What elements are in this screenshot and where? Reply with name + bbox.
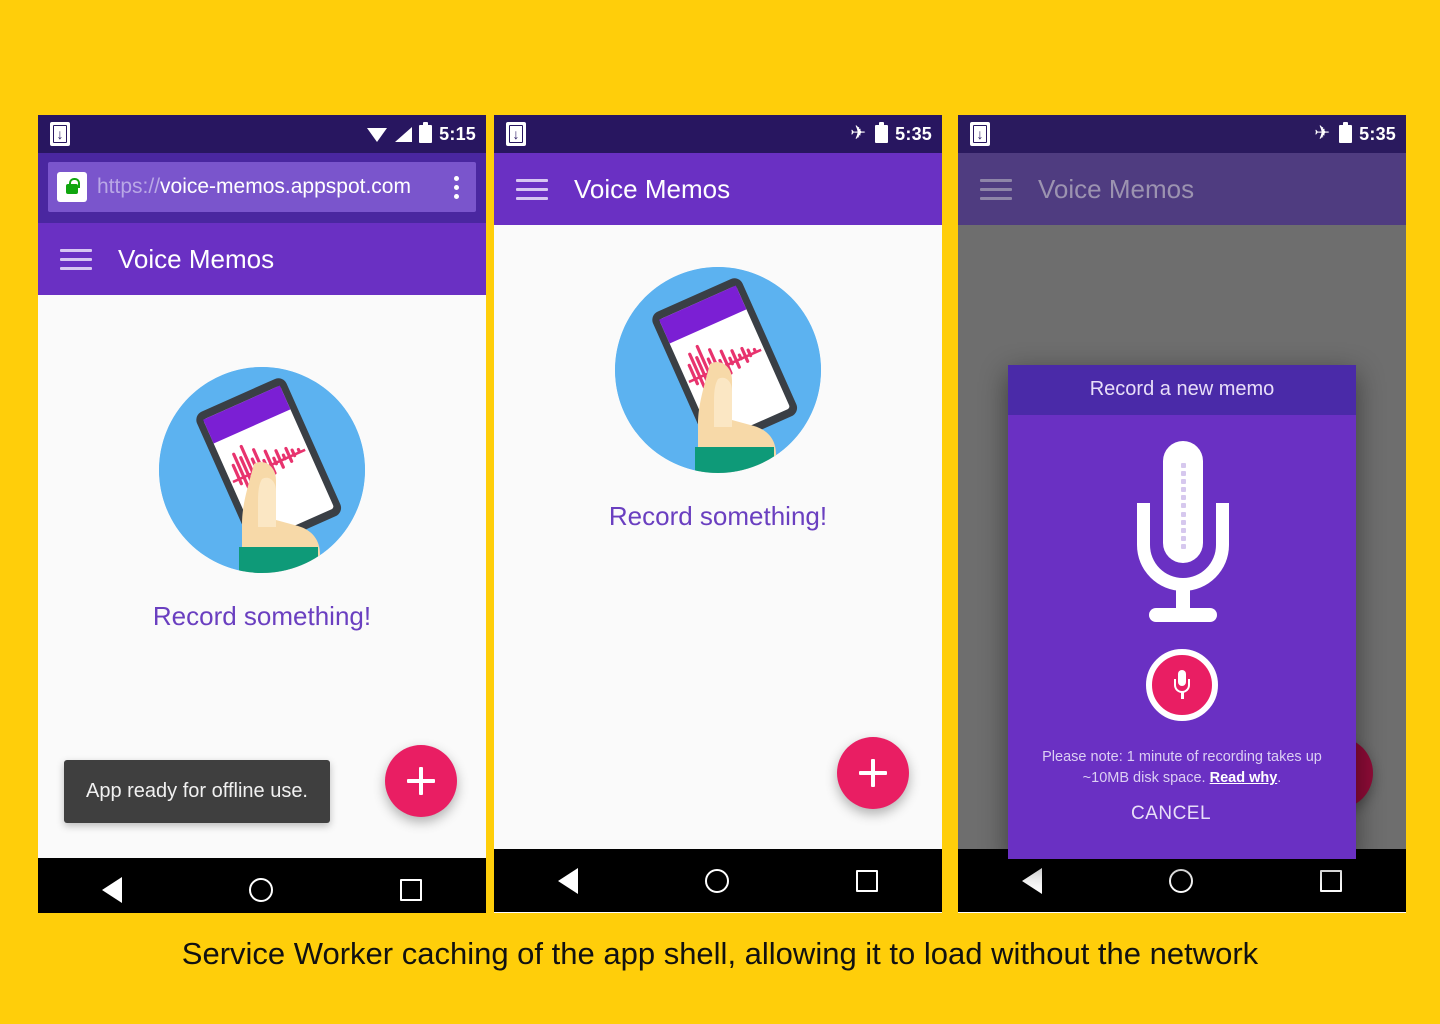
status-bar-clock: 5:15 xyxy=(439,123,476,144)
app-bar-title: Voice Memos xyxy=(1038,173,1195,204)
wifi-icon xyxy=(367,127,388,142)
android-nav-bar xyxy=(38,858,486,913)
empty-state: Record something! xyxy=(38,367,486,632)
illustration-svg xyxy=(615,267,821,473)
phone-screenshot-record-dialog: ✈ 5:35 Voice Memos Record a new memo xyxy=(958,115,1406,913)
home-circle-icon[interactable] xyxy=(704,868,729,893)
url-text[interactable]: https://voice-memos.appspot.com xyxy=(97,175,442,199)
home-circle-icon[interactable] xyxy=(248,877,273,902)
illustration-svg xyxy=(159,367,365,573)
dialog-note-suffix: . xyxy=(1277,770,1282,787)
browser-toolbar: https://voice-memos.appspot.com xyxy=(38,153,486,223)
hamburger-icon[interactable] xyxy=(516,178,548,200)
home-circle-icon[interactable] xyxy=(1168,868,1193,893)
dialog-body: Please note: 1 minute of recording takes… xyxy=(1008,415,1356,859)
plus-icon xyxy=(407,767,435,795)
record-illustration xyxy=(159,367,365,573)
app-bar-title: Voice Memos xyxy=(118,243,275,274)
status-bar-clock: 5:35 xyxy=(895,123,932,144)
add-memo-fab[interactable] xyxy=(385,745,457,817)
download-icon xyxy=(970,122,990,146)
app-content: Record something! App ready for offline … xyxy=(38,295,486,858)
plus-icon xyxy=(859,759,887,787)
back-triangle-icon[interactable] xyxy=(557,867,578,894)
app-content: Record a new memo Please note: 1 minute … xyxy=(958,225,1406,860)
app-bar: Voice Memos xyxy=(38,223,486,295)
airplane-mode-icon: ✈ xyxy=(1314,123,1331,144)
microphone-base xyxy=(1149,608,1217,622)
signal-icon xyxy=(394,126,413,142)
dialog-actions: CANCEL xyxy=(1131,789,1233,843)
dialog-title: Record a new memo xyxy=(1008,365,1356,415)
omnibox[interactable]: https://voice-memos.appspot.com xyxy=(48,162,476,212)
back-triangle-icon[interactable] xyxy=(1021,867,1042,894)
status-bar-right: 5:15 xyxy=(367,115,476,153)
battery-icon xyxy=(419,122,433,143)
status-bar-right: ✈ 5:35 xyxy=(848,115,932,153)
url-scheme: https:// xyxy=(97,175,161,198)
kebab-menu-icon[interactable] xyxy=(442,175,470,199)
read-why-link[interactable]: Read why xyxy=(1210,770,1278,786)
status-bar-right: ✈ 5:35 xyxy=(1312,115,1396,153)
download-icon xyxy=(506,122,526,146)
recents-square-icon[interactable] xyxy=(400,878,423,901)
battery-icon xyxy=(875,122,889,143)
status-bar-clock: 5:35 xyxy=(1359,123,1396,144)
app-bar-title: Voice Memos xyxy=(574,173,731,204)
app-content: Record something! xyxy=(494,225,942,849)
microphone-arc xyxy=(1137,503,1229,591)
airplane-mode-icon: ✈ xyxy=(850,123,867,144)
dialog-note: Please note: 1 minute of recording takes… xyxy=(1008,747,1356,789)
phone-screenshot-standalone: ✈ 5:35 Voice Memos xyxy=(494,115,942,913)
record-microphone-icon xyxy=(1174,670,1190,700)
recents-square-icon[interactable] xyxy=(856,869,879,892)
lock-icon xyxy=(57,172,87,202)
hamburger-icon[interactable] xyxy=(60,248,92,270)
download-icon xyxy=(50,122,70,146)
poster-caption: Service Worker caching of the app shell,… xyxy=(181,936,1259,971)
app-bar: Voice Memos xyxy=(494,153,942,225)
status-bar: ✈ 5:35 xyxy=(494,115,942,153)
record-illustration xyxy=(615,267,821,473)
url-host: voice-memos.appspot.com xyxy=(160,175,411,198)
hamburger-icon[interactable] xyxy=(980,178,1012,200)
empty-state-label: Record something! xyxy=(152,601,372,631)
microphone-icon xyxy=(1127,441,1237,631)
empty-state: Record something! xyxy=(494,267,942,532)
poster-stage: 5:15 https://voice-memos.appspot.com Voi… xyxy=(0,0,1440,1024)
status-bar: ✈ 5:35 xyxy=(958,115,1406,153)
recents-square-icon[interactable] xyxy=(1320,869,1343,892)
toast-message: App ready for offline use. xyxy=(64,760,330,823)
phone-screenshot-browser: 5:15 https://voice-memos.appspot.com Voi… xyxy=(38,115,486,913)
status-bar: 5:15 xyxy=(38,115,486,153)
cancel-button[interactable]: CANCEL xyxy=(1131,803,1211,825)
empty-state-label: Record something! xyxy=(608,501,828,531)
record-button[interactable] xyxy=(1146,649,1218,721)
add-memo-fab[interactable] xyxy=(837,737,909,809)
back-triangle-icon[interactable] xyxy=(101,876,122,903)
app-bar: Voice Memos xyxy=(958,153,1406,225)
android-nav-bar xyxy=(494,849,942,912)
battery-icon xyxy=(1339,122,1353,143)
record-memo-dialog: Record a new memo Please note: 1 minute … xyxy=(1008,365,1356,860)
